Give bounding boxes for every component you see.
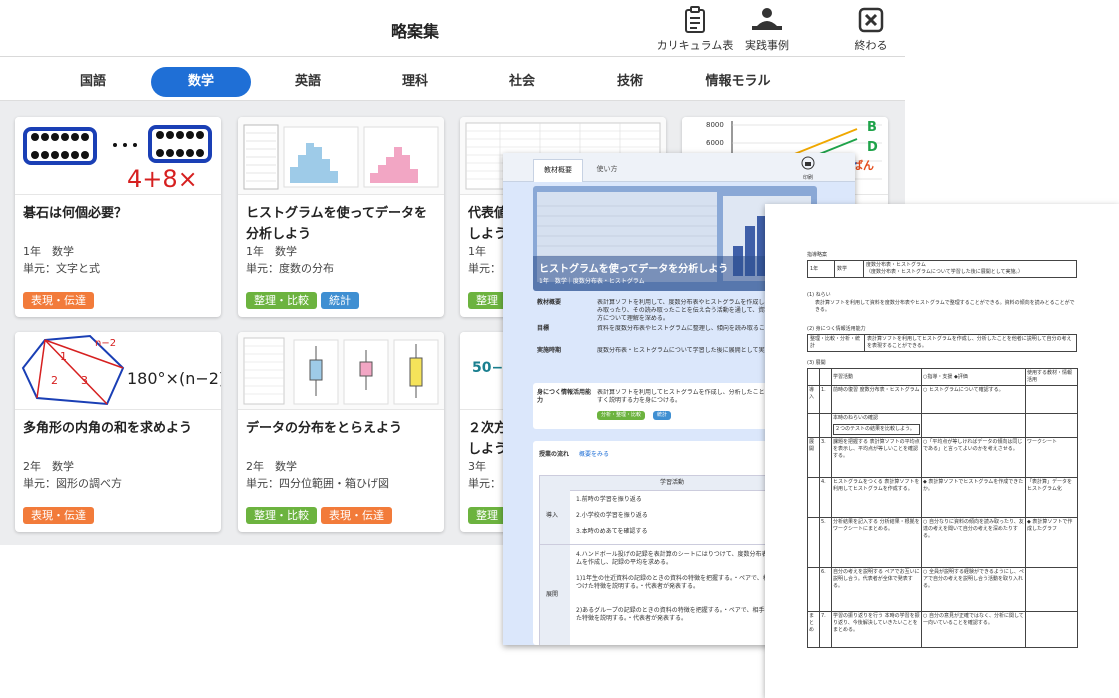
svg-text:ばん: ばん: [852, 158, 874, 172]
card-title: データの分布をとらえよう: [246, 421, 403, 436]
svg-text:6000: 6000: [706, 139, 724, 147]
card-unit: 単元：度数の分布: [246, 262, 334, 275]
tab-overview[interactable]: 教材概要: [533, 159, 583, 182]
card-tags: 表現・伝達: [23, 289, 98, 309]
close-box-icon: [858, 7, 884, 33]
tab-english[interactable]: 英語: [258, 67, 358, 97]
hero-title: ヒストグラムを使ってデータを分析しよう: [539, 264, 729, 275]
card-thumbnail: 4+8×: [15, 117, 221, 195]
polygon-image: 1 2 3 n−2 180°×(n−2): [21, 334, 221, 406]
card-thumbnail: [238, 117, 444, 195]
skill-table: 整理・比較・分析・統計 表計算ソフトを利用してヒストグラムを作成し、分析したこと…: [807, 334, 1077, 352]
tab-science[interactable]: 理科: [365, 67, 465, 97]
lesson-card[interactable]: ヒストグラムを使ってデータを分析しよう 1年 数学 単元：度数の分布 整理・比較…: [238, 117, 444, 317]
exit-button[interactable]: 終わる: [840, 6, 902, 53]
skill-label: 身につく情報活用能力: [537, 389, 592, 404]
svg-text:D: D: [867, 140, 878, 155]
card-grade: 3年: [468, 460, 486, 473]
print-button[interactable]: 印刷: [793, 155, 823, 181]
card-grade: 1年 数学: [23, 245, 74, 258]
tab-usage[interactable]: 使い方: [585, 159, 629, 181]
n-label: n−2: [95, 338, 116, 349]
hero-subtitle: 1年 数学｜度数分布表・ヒストグラム: [539, 278, 645, 285]
tag-organize: 整理・比較: [246, 292, 317, 309]
card-grade: 2年 数学: [246, 460, 297, 473]
skill-label: (2) 身につく情報活用能力: [807, 326, 866, 332]
row-label: 実施時期: [537, 347, 562, 354]
boxplot-image: [243, 337, 439, 405]
tab-social[interactable]: 社会: [472, 67, 572, 97]
print-label: 印刷: [802, 175, 813, 181]
card-title: ヒストグラムを使ってデータを分析しよう: [246, 206, 427, 242]
plan-top-table: 1年 数学 度数分布表・ヒストグラム （度数分布表・ヒストグラムについて学習した後…: [807, 260, 1077, 278]
tag-statistics: 統計: [321, 292, 359, 309]
card-unit: 単元：図形の調べ方: [23, 477, 122, 490]
clipboard-icon: [685, 6, 705, 33]
card-title: 碁石は何個必要？: [23, 206, 128, 221]
flow-link[interactable]: 概要をみる: [579, 451, 609, 459]
row-label: 目標: [537, 325, 550, 332]
svg-text:2: 2: [51, 374, 58, 387]
flow-header-label: 学習活動: [660, 479, 685, 486]
svg-text:8000: 8000: [706, 121, 724, 129]
tag-expression: 表現・伝達: [23, 507, 94, 524]
skill-tag: 分析・整理・比較: [597, 411, 646, 420]
lesson-plan-document: 指導略案 1年 数学 度数分布表・ヒストグラム （度数分布表・ヒストグラムについて…: [765, 204, 1119, 698]
row-label: 教材概要: [537, 299, 562, 306]
flow-label: 授業の流れ: [539, 451, 570, 458]
thumb-expression: 4+8×: [127, 165, 198, 193]
lesson-card[interactable]: データの分布をとらえよう 2年 数学 単元：四分位範囲・箱ひげ図 整理・比較 表現…: [238, 332, 444, 532]
practice-examples-label: 実践事例: [745, 39, 789, 52]
exit-label: 終わる: [854, 39, 888, 52]
card-tags: 整理・比較 表現・伝達: [246, 504, 396, 524]
histogram-image: [243, 124, 439, 190]
practice-examples-button[interactable]: 実践事例: [735, 6, 799, 53]
curriculum-button[interactable]: カリキュラム表: [655, 6, 735, 53]
svg-text:1: 1: [60, 350, 67, 363]
aim-text: 表計算ソフトを利用して資料を度数分布表やヒストグラムで整理することができる。資料…: [815, 300, 1075, 313]
presenter-icon: [752, 8, 782, 30]
card-grade: 1年 数学: [246, 245, 297, 258]
tab-math[interactable]: 数学: [151, 67, 251, 97]
plan-heading: 指導略案: [807, 252, 828, 258]
skill-tag: 統計: [653, 411, 672, 420]
svg-text:B: B: [867, 120, 877, 135]
tab-japanese[interactable]: 国語: [43, 67, 143, 97]
tab-technology[interactable]: 技術: [580, 67, 680, 97]
lesson-card[interactable]: 1 2 3 n−2 180°×(n−2) 多角形の内角の和を求めよう 2年 数学…: [15, 332, 221, 532]
card-title: 多角形の内角の和を求めよう: [23, 421, 193, 436]
doc-tab-bar: 教材概要 使い方 印刷: [503, 153, 855, 182]
tab-info-moral[interactable]: 情報モラル: [688, 67, 788, 97]
tag-expression: 表現・伝達: [23, 292, 94, 309]
lesson-card[interactable]: 4+8× 碁石は何個必要？ 1年 数学 単元：文字と式 表現・伝達: [15, 117, 221, 317]
svg-text:3: 3: [81, 374, 88, 387]
card-thumbnail: [238, 332, 444, 410]
card-tags: 表現・伝達: [23, 504, 98, 524]
tag-expression: 表現・伝達: [321, 507, 392, 524]
aim-label: (1) ねらい: [807, 292, 831, 298]
plan-table: 学習活動 ○指導・支援 ◆評価 使用する教材・情報活用 導入 1. 前時の復習 …: [807, 368, 1078, 648]
card-unit: 単元：: [468, 477, 501, 490]
go-stones-image: 4+8×: [23, 125, 212, 193]
print-icon: [801, 156, 815, 170]
tag-organize: 整理: [468, 507, 506, 524]
subject-tabs: 国語 数学 英語 理科 社会 技術 情報モラル: [0, 57, 905, 101]
card-unit: 単元：四分位範囲・箱ひげ図: [246, 477, 389, 490]
card-unit: 単元：文字と式: [23, 262, 100, 275]
card-grade: 2年 数学: [23, 460, 74, 473]
card-thumbnail: 1 2 3 n−2 180°×(n−2): [15, 332, 221, 410]
plan-label: (3) 展開: [807, 360, 826, 366]
tag-organize: 整理・比較: [246, 507, 317, 524]
curriculum-label: カリキュラム表: [656, 39, 734, 52]
top-bar: 略案集 カリキュラム表 実践事例 終わる: [0, 0, 905, 57]
angle-expression: 180°×(n−2): [127, 369, 221, 388]
card-grade: 1年: [468, 245, 486, 258]
card-unit: 単元：: [468, 262, 501, 275]
tag-organize: 整理: [468, 292, 506, 309]
card-tags: 整理・比較 統計: [246, 289, 363, 309]
